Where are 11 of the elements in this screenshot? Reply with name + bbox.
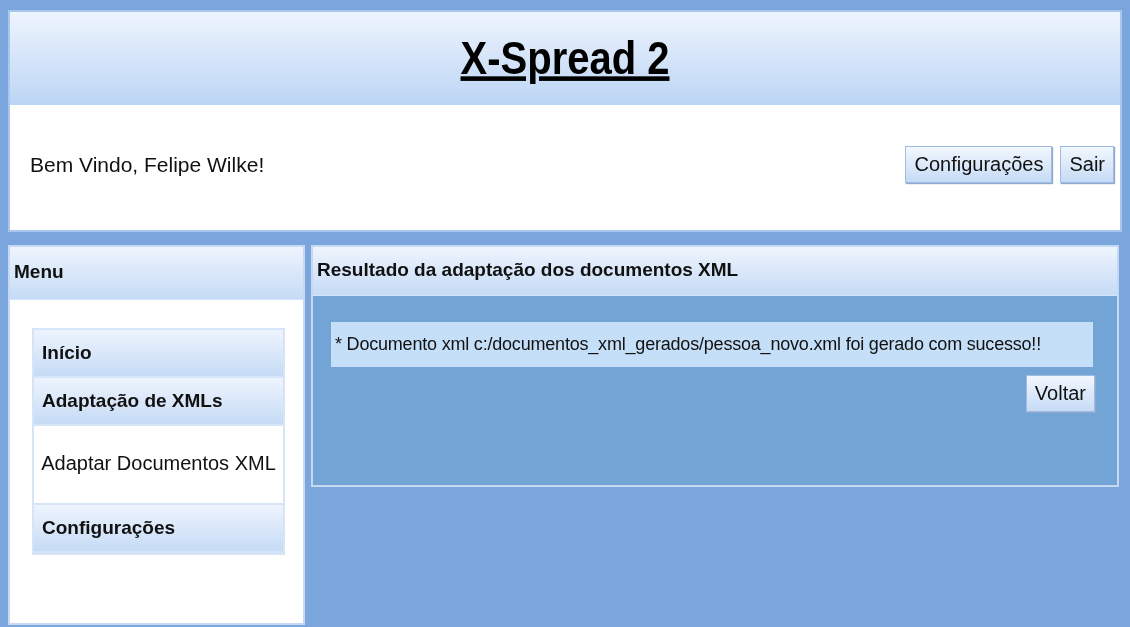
menu-item[interactable]: Adaptação de XMLs [34,378,283,426]
header-button[interactable]: Configurações [905,146,1053,183]
back-button[interactable]: Voltar [1025,375,1095,412]
menu-title: Menu [10,247,303,300]
menu-item[interactable]: Configurações [34,505,283,553]
success-message: * Documento xml c:/documentos_xml_gerados/pessoa_novo.xml foi gerado com sucesso!! [331,322,1093,367]
result-title: Resultado da adaptação dos documentos XML [313,247,1117,296]
app-title[interactable]: X-Spread 2 [460,32,670,85]
header-button[interactable]: Sair [1060,146,1114,183]
welcome-text: Bem Vindo, Felipe Wilke! [30,152,265,177]
menu-item[interactable]: Início [34,330,283,378]
